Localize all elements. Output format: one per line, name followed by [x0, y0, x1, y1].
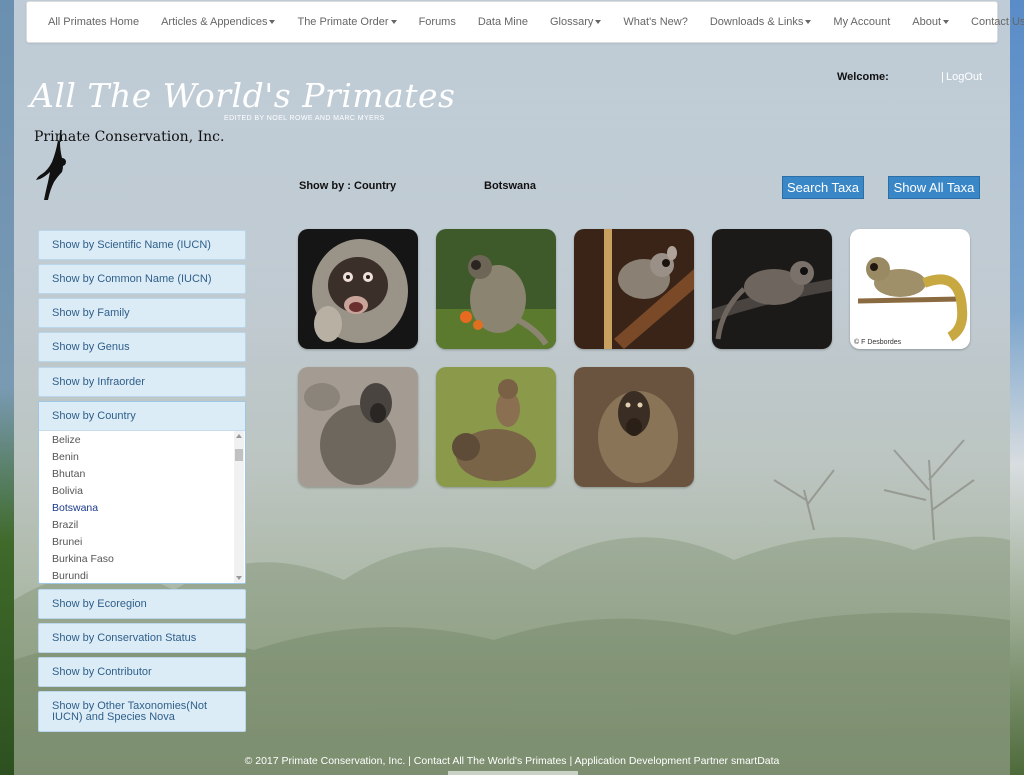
nav-item-the-primate-order[interactable]: The Primate Order	[286, 1, 407, 43]
country-option[interactable]: Brazil	[39, 516, 235, 533]
show-by-conservation-status-button[interactable]: Show by Conservation Status	[38, 623, 246, 653]
baboon-sitting-image	[298, 367, 418, 487]
scroll-thumb[interactable]	[235, 449, 243, 461]
nav-item-label: Glossary	[549, 16, 594, 28]
nav-item-glossary[interactable]: Glossary	[539, 1, 612, 43]
nav-item-all-primates-home[interactable]: All Primates Home	[37, 1, 150, 43]
nav-item-label: Forums	[418, 16, 456, 28]
show-by-family-button[interactable]: Show by Family	[38, 298, 246, 328]
country-option[interactable]: Benin	[39, 448, 235, 465]
search-taxa-button[interactable]: Search Taxa	[782, 176, 864, 199]
country-option[interactable]: Burkina Faso	[39, 551, 235, 568]
nav-item-label: Data Mine	[477, 16, 528, 28]
primate-thumbnail[interactable]	[298, 229, 418, 349]
country-listbox[interactable]: Belize Benin Bhutan Bolivia Botswana Brazil Br…	[39, 431, 235, 583]
nav-item-my-account[interactable]: My Account	[822, 1, 901, 43]
show-by-other-taxonomies-button[interactable]: Show by Other Taxonomies(Not IUCN) and S…	[38, 691, 246, 732]
primate-thumbnail[interactable]	[436, 229, 556, 349]
background-right-strip	[1010, 0, 1024, 775]
show-by-scientific-name-button[interactable]: Show by Scientific Name (IUCN)	[38, 230, 246, 260]
nav-item-contact-us[interactable]: Contact Us	[960, 1, 1024, 43]
primate-thumbnail[interactable]	[574, 229, 694, 349]
nav-item-about[interactable]: About	[901, 1, 960, 43]
caret-down-icon	[595, 20, 602, 24]
nav-item-label: About	[912, 16, 942, 28]
vervet-monkey-sitting-image	[436, 229, 556, 349]
nav-item-forums[interactable]: Forums	[408, 1, 467, 43]
show-by-value: Botswana	[484, 180, 536, 192]
bushbaby-on-branch-image	[574, 229, 694, 349]
welcome-label: Welcome:	[837, 71, 889, 83]
country-option[interactable]: Belize	[39, 431, 235, 448]
show-by-label: Show by : Country	[299, 180, 397, 192]
caret-down-icon	[269, 20, 276, 24]
primate-thumbnail[interactable]	[298, 367, 418, 487]
primate-thumbnail[interactable]: © F Desbordes	[850, 229, 970, 349]
nav-item-label: Downloads & Links	[709, 16, 804, 28]
chacma-baboon-image	[574, 367, 694, 487]
show-by-ecoregion-button[interactable]: Show by Ecoregion	[38, 589, 246, 619]
show-by-country-button[interactable]: Show by Country	[39, 402, 245, 431]
monkey-logo-icon[interactable]	[30, 130, 200, 210]
nav-item-downloads-links[interactable]: Downloads & Links	[699, 1, 823, 43]
site-subtitle: EDITED BY NOEL ROWE AND MARC MYERS	[224, 115, 385, 122]
country-option[interactable]: Burundi	[39, 568, 235, 583]
show-by-common-name-button[interactable]: Show by Common Name (IUCN)	[38, 264, 246, 294]
caret-down-icon	[390, 20, 397, 24]
footer-text: © 2017 Primate Conservation, Inc. | Cont…	[244, 755, 780, 767]
nav-item-label: What's New?	[623, 16, 688, 28]
country-panel: Show by Country Belize Benin Bhutan Bolivia…	[38, 401, 246, 584]
vervet-monkey-face-image	[298, 229, 418, 349]
show-all-taxa-button[interactable]: Show All Taxa	[888, 176, 980, 199]
baboon-with-infant-image	[436, 367, 556, 487]
nav-item-label: Articles & Appendices	[161, 16, 268, 28]
country-option[interactable]: Botswana	[39, 499, 235, 516]
top-navbar: All Primates Home Articles & Appendices Th…	[26, 1, 1024, 43]
show-by-infraorder-button[interactable]: Show by Infraorder	[38, 367, 246, 397]
nav-item-articles-appendices[interactable]: Articles & Appendices	[150, 1, 286, 43]
primate-thumbnail[interactable]	[436, 367, 556, 487]
country-list-scrollbar[interactable]	[234, 431, 244, 583]
nav-item-label: My Account	[833, 16, 891, 28]
caret-down-icon	[943, 20, 950, 24]
logout-link[interactable]: LogOut	[946, 71, 982, 83]
footer-second-line	[448, 771, 578, 775]
country-option[interactable]: Bhutan	[39, 465, 235, 482]
photo-credit: © F Desbordes	[854, 339, 902, 346]
background-left-strip	[0, 0, 14, 775]
galago-night-image	[712, 229, 832, 349]
caret-down-icon	[805, 20, 812, 24]
site-title[interactable]: All The World's Primates	[30, 76, 455, 115]
scroll-down-arrow-icon[interactable]	[236, 576, 242, 580]
primate-thumbnail[interactable]	[574, 367, 694, 487]
nav-item-label: All Primates Home	[48, 16, 140, 28]
nav-item-data-mine[interactable]: Data Mine	[467, 1, 539, 43]
logout-separator: |	[941, 71, 944, 83]
nav-item-label: Contact Us	[971, 16, 1024, 28]
country-option[interactable]: Bolivia	[39, 482, 235, 499]
galago-illustration-image	[850, 229, 970, 349]
primate-thumbnail[interactable]	[712, 229, 832, 349]
show-by-genus-button[interactable]: Show by Genus	[38, 332, 246, 362]
nav-item-label: The Primate Order	[297, 16, 389, 28]
scroll-up-arrow-icon[interactable]	[236, 434, 242, 438]
nav-item-what-s-new[interactable]: What's New?	[612, 1, 698, 43]
country-option[interactable]: Brunei	[39, 534, 235, 551]
show-by-contributor-button[interactable]: Show by Contributor	[38, 657, 246, 687]
